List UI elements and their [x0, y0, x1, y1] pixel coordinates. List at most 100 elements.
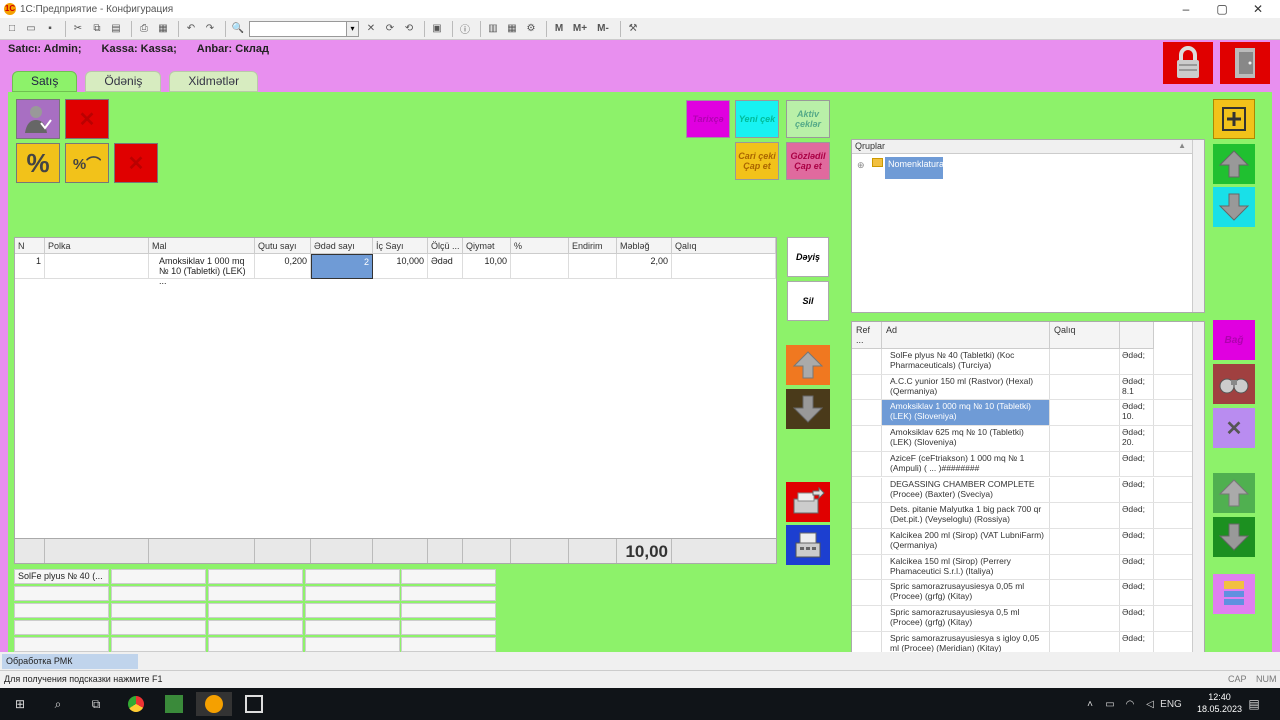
- cart-cell-ic[interactable]: 10,000: [373, 254, 428, 279]
- expand-icon[interactable]: ⊕: [857, 160, 865, 171]
- col-eded[interactable]: Ədəd sayı: [311, 238, 373, 254]
- product-unit-cell[interactable]: Ədəd;: [1120, 580, 1154, 605]
- discount-button[interactable]: %: [16, 143, 60, 183]
- cart-cell-eded[interactable]: 2: [311, 254, 373, 279]
- product-name-cell[interactable]: Amoksiklav 1 000 mq № 10 (Tabletki) (LEK…: [882, 400, 1050, 426]
- product-unit-cell[interactable]: Ədəd;: [1120, 503, 1154, 528]
- quick-item[interactable]: [401, 637, 496, 652]
- save-icon[interactable]: ▪: [42, 21, 58, 37]
- quick-item[interactable]: [401, 603, 496, 618]
- search-input[interactable]: ▾: [249, 20, 359, 37]
- product-unit-cell[interactable]: Ədəd;: [1120, 451, 1154, 477]
- product-ref-cell[interactable]: [852, 426, 882, 451]
- product-unit-cell[interactable]: Ədəd;: [1120, 606, 1154, 631]
- product-unit-cell[interactable]: Ədəd; 8.1: [1120, 374, 1154, 400]
- quick-item[interactable]: SolFe plyus № 40 (...: [14, 569, 109, 584]
- memory-m-icon[interactable]: M: [551, 21, 567, 37]
- product-ref-cell[interactable]: [852, 503, 882, 528]
- product-stock-cell[interactable]: [1050, 451, 1120, 477]
- col-mebleg[interactable]: Məbləğ: [617, 238, 672, 254]
- col-qutu[interactable]: Qutu sayı: [255, 238, 311, 254]
- product-stock-cell[interactable]: [1050, 374, 1120, 400]
- move-up-button[interactable]: [786, 345, 830, 385]
- find-next-icon[interactable]: ⟳: [382, 21, 398, 37]
- product-unit-cell[interactable]: Ədəd;: [1120, 349, 1154, 374]
- product-ref-cell[interactable]: [852, 580, 882, 605]
- quick-item[interactable]: [305, 586, 400, 601]
- quick-item[interactable]: [305, 620, 400, 635]
- notifications-icon[interactable]: ▤: [1244, 692, 1264, 716]
- product-row[interactable]: Spric samorazrusayusiesya 0,5 ml (Procee…: [852, 606, 1193, 632]
- product-stock-cell[interactable]: [1050, 606, 1120, 631]
- cart-cell-endirim[interactable]: [569, 254, 617, 279]
- product-list[interactable]: Ref ... Ad Qalıq SolFe plyus № 40 (Table…: [851, 321, 1205, 671]
- quick-item[interactable]: [305, 637, 400, 652]
- redo-icon[interactable]: ↷: [202, 21, 218, 37]
- product-stock-cell[interactable]: [1050, 554, 1120, 580]
- product-name-cell[interactable]: AziceF (ceFtriakson) 1 000 mq № 1 (Ampul…: [882, 451, 1050, 477]
- cart-cell-qiymet[interactable]: 10,00: [463, 254, 511, 279]
- product-unit-cell[interactable]: Ədəd; 10.: [1120, 400, 1154, 426]
- groups-header[interactable]: Qruplar ▲: [852, 140, 1204, 154]
- app-1c-icon[interactable]: [196, 692, 232, 716]
- move-down-button[interactable]: [786, 389, 830, 429]
- calendar-icon[interactable]: ▦: [504, 21, 520, 37]
- quick-item[interactable]: [111, 620, 206, 635]
- col-ic[interactable]: İç Sayı: [373, 238, 428, 254]
- product-name-cell[interactable]: Spric samorazrusayusiesya 0,5 ml (Procee…: [882, 606, 1050, 631]
- product-row[interactable]: Kalcikeа 200 ml (Sirop) (VAT LubniFarm) …: [852, 528, 1193, 555]
- paste-icon[interactable]: ▤: [108, 21, 124, 37]
- quick-item[interactable]: [208, 620, 303, 635]
- cart-cell-mebleg[interactable]: 2,00: [617, 254, 672, 279]
- history-button[interactable]: Tarixçə: [686, 100, 730, 138]
- product-ref-cell[interactable]: [852, 554, 882, 580]
- quick-item[interactable]: [14, 603, 109, 618]
- col-unit[interactable]: [1120, 322, 1154, 349]
- quick-item[interactable]: [401, 620, 496, 635]
- product-unit-cell[interactable]: Ədəd; 20.: [1120, 426, 1154, 451]
- product-row[interactable]: AziceF (ceFtriakson) 1 000 mq № 1 (Ampul…: [852, 451, 1193, 478]
- quick-item[interactable]: [208, 603, 303, 618]
- tree-node-nomenklatura[interactable]: Nomenklatura: [885, 157, 944, 179]
- print-current-check-button[interactable]: Cari çeki Çap et: [735, 142, 779, 180]
- undo-icon[interactable]: ↶: [183, 21, 199, 37]
- quick-item[interactable]: [111, 586, 206, 601]
- col-n[interactable]: N: [15, 238, 45, 254]
- cart-cell-olcu[interactable]: Ədəd: [428, 254, 463, 279]
- settings-icon[interactable]: ⚒: [625, 21, 641, 37]
- tab-odenis[interactable]: Ödəniş: [85, 71, 162, 92]
- battery-icon[interactable]: ▭: [1100, 692, 1120, 716]
- quick-item[interactable]: [14, 586, 109, 601]
- quick-item[interactable]: [305, 603, 400, 618]
- product-row[interactable]: Amoksiklav 1 000 mq № 10 (Tabletki) (LEK…: [852, 400, 1193, 427]
- memory-plus-icon[interactable]: M+: [570, 21, 590, 37]
- active-checks-button[interactable]: Aktiv çeklər: [786, 100, 830, 138]
- product-ref-cell[interactable]: [852, 374, 882, 400]
- select-customer-button[interactable]: [16, 99, 60, 139]
- quick-item[interactable]: [305, 569, 400, 584]
- product-stock-cell[interactable]: [1050, 477, 1120, 503]
- chrome-icon[interactable]: [118, 692, 154, 716]
- product-name-cell[interactable]: Kalcikea 150 ml (Sirop) (Perrery Phamace…: [882, 554, 1050, 580]
- cart-cell-polka[interactable]: [45, 254, 149, 279]
- quick-item[interactable]: [401, 569, 496, 584]
- col-faiz[interactable]: %: [511, 238, 569, 254]
- app-white-icon[interactable]: [236, 692, 272, 716]
- clear-discount-button[interactable]: ✕: [114, 143, 158, 183]
- app-green-icon[interactable]: [156, 692, 192, 716]
- cart-cell-qaliq[interactable]: [672, 254, 776, 279]
- new-file-icon[interactable]: □: [4, 21, 20, 37]
- product-row[interactable]: Kalcikea 150 ml (Sirop) (Perrery Phamace…: [852, 554, 1193, 581]
- tray-chevron-icon[interactable]: ˄: [1080, 692, 1100, 716]
- col-qaliq[interactable]: Qalıq: [672, 238, 776, 254]
- minimize-icon[interactable]: –: [1168, 0, 1204, 18]
- volume-icon[interactable]: ◁: [1140, 692, 1160, 716]
- product-name-cell[interactable]: A.C.C yunior 150 ml (Rastvor) (Hexal) (Q…: [882, 374, 1050, 400]
- binoculars-button[interactable]: [1213, 364, 1255, 404]
- clear-search-icon[interactable]: ✕: [363, 21, 379, 37]
- language-indicator[interactable]: ENG: [1158, 692, 1184, 716]
- delete-button[interactable]: Sil: [787, 281, 829, 321]
- product-name-cell[interactable]: Kalcikeа 200 ml (Sirop) (VAT LubniFarm) …: [882, 528, 1050, 554]
- product-ref-cell[interactable]: [852, 451, 882, 477]
- cart-cell-n[interactable]: 1: [15, 254, 45, 279]
